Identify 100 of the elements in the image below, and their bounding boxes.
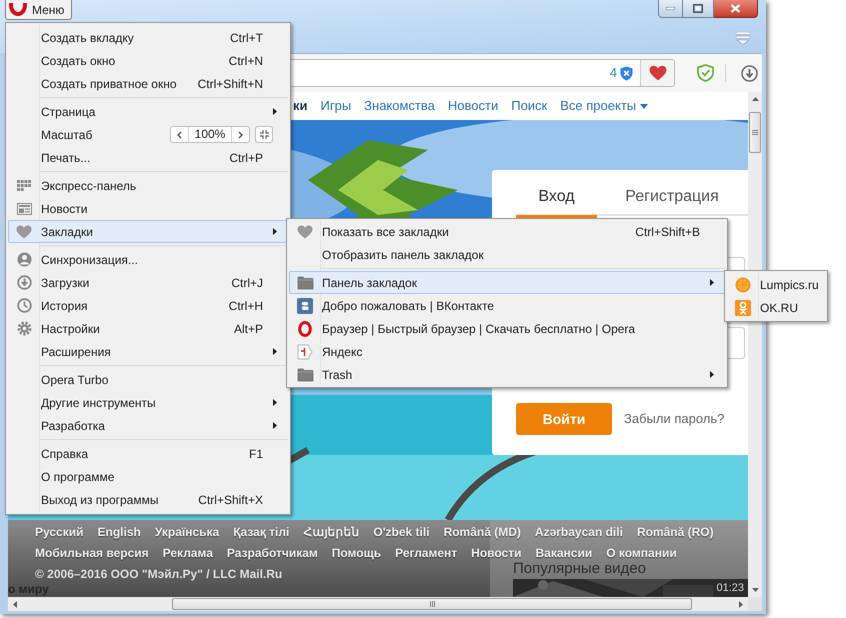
- square-icon: [297, 298, 313, 314]
- bookmark-button[interactable]: [640, 60, 674, 86]
- menu-item[interactable]: Яндекс: [289, 340, 725, 363]
- arrow-down-icon: [752, 588, 758, 592]
- fullscreen-button[interactable]: [255, 126, 273, 143]
- menu-item[interactable]: Расширения: [8, 340, 288, 363]
- folder-icon: [296, 368, 314, 382]
- nav-link[interactable]: Все проекты: [560, 96, 648, 116]
- menu-item[interactable]: Выход из программы Ctrl+Shift+X: [8, 488, 288, 511]
- menu-item[interactable]: Справка F1: [8, 442, 288, 465]
- arrow-left-icon: [13, 600, 17, 608]
- menu-item[interactable]: Показать все закладки Ctrl+Shift+B: [289, 220, 725, 243]
- menu-button[interactable]: Меню: [5, 0, 72, 20]
- menu-item[interactable]: О программе: [8, 465, 288, 488]
- menu-item[interactable]: OK.RU: [727, 296, 825, 319]
- menu-item[interactable]: Создать вкладку Ctrl+T: [8, 26, 288, 49]
- figure-icon: [735, 300, 751, 316]
- menu-item[interactable]: Закладки: [8, 220, 288, 243]
- menu-item[interactable]: Экспресс-панель: [8, 174, 288, 197]
- blocked-count: 4: [610, 64, 617, 82]
- fruit-slice-icon: [735, 276, 751, 292]
- zoom-value: 100%: [194, 127, 226, 142]
- menu-item[interactable]: Opera Turbo: [8, 368, 288, 391]
- shield-icon: [697, 64, 714, 82]
- minimize-icon: [666, 7, 675, 10]
- nav-link[interactable]: Новости: [448, 96, 498, 116]
- menu-item[interactable]: История Ctrl+H: [8, 294, 288, 317]
- zoom-control[interactable]: 100%: [170, 126, 250, 143]
- news-icon: [16, 202, 32, 214]
- scrollbar-thumb[interactable]: [749, 112, 761, 153]
- vertical-scrollbar[interactable]: [748, 92, 762, 597]
- grip-icon: [752, 130, 758, 135]
- shortcut-label: F1: [248, 446, 263, 462]
- duration-label: 01:23: [716, 582, 744, 595]
- nav-link[interactable]: Игры: [320, 96, 352, 116]
- menu-item[interactable]: Разработка: [8, 414, 288, 437]
- shortcut-label: Ctrl+Shift+X: [198, 492, 263, 508]
- folder-icon: [296, 276, 314, 290]
- tag-icon: [297, 344, 313, 360]
- forgot-password-link[interactable]: Забыли пароль?: [624, 409, 724, 429]
- copyright-text: © 2006–2016 ООО "Мэйл.Ру" / LLC Mail.Ru: [35, 566, 282, 582]
- stack-icon: [736, 32, 750, 45]
- menu-item[interactable]: Другие инструменты: [8, 391, 288, 414]
- close-icon: [730, 4, 741, 13]
- chevron-right-icon: [238, 130, 243, 138]
- footer-link[interactable]: Разработчикам: [226, 544, 318, 562]
- menu-item[interactable]: Печать... Ctrl+P: [8, 146, 288, 169]
- grid-icon: [17, 180, 31, 191]
- fullscreen-icon: [260, 130, 268, 139]
- shield-icon: [620, 66, 633, 80]
- shortcut-label: Ctrl+Shift+B: [635, 224, 700, 240]
- scrollbar-corner: [748, 597, 762, 611]
- menu-item[interactable]: Trash: [289, 363, 725, 386]
- nav-link[interactable]: ки: [293, 96, 308, 116]
- footer-link[interactable]: Помощь: [332, 544, 382, 562]
- nav-link[interactable]: Поиск: [511, 96, 548, 116]
- download-icon: [16, 275, 32, 290]
- nav-link[interactable]: Знакомства: [364, 96, 435, 116]
- gear-icon: [16, 321, 32, 336]
- shortcut-label: Ctrl+H: [228, 298, 263, 314]
- heart-icon: [297, 224, 313, 238]
- footer-link[interactable]: Регламент: [395, 544, 458, 562]
- login-tab[interactable]: Регистрация: [597, 170, 747, 218]
- download-icon: [741, 64, 758, 82]
- heart-icon: [648, 65, 666, 81]
- shortcut-label: Ctrl+T: [230, 30, 263, 46]
- minimize-button[interactable]: [658, 0, 683, 18]
- menu-item[interactable]: Lumpics.ru: [727, 273, 825, 296]
- menu-item[interactable]: Отобразить панель закладок: [289, 243, 725, 266]
- logo-icon: [9, 3, 27, 16]
- footer-link[interactable]: Реклама: [162, 544, 213, 562]
- shortcut-label: Ctrl+J: [231, 274, 263, 292]
- menu-item[interactable]: Новости: [8, 197, 288, 220]
- video-thumbnail[interactable]: 01:23: [513, 579, 748, 597]
- horizontal-scrollbar[interactable]: [8, 597, 748, 611]
- clock-icon: [16, 298, 32, 313]
- menu-item[interactable]: Синхронизация...: [8, 248, 288, 271]
- ring-icon: [298, 320, 312, 336]
- footer-link[interactable]: Мобильная версия: [35, 544, 149, 562]
- menu-item[interactable]: Страница: [8, 100, 288, 123]
- menu-item[interactable]: Панель закладок: [289, 271, 725, 294]
- person-icon: [16, 252, 32, 267]
- maximize-button[interactable]: [683, 0, 714, 18]
- caret-icon: [640, 104, 648, 108]
- arrow-up-icon: [752, 97, 758, 101]
- section-title: Популярные видео: [513, 560, 646, 577]
- chevron-left-icon: [177, 130, 182, 138]
- menu-item[interactable]: Настройки Alt+P: [8, 317, 288, 340]
- menu-item[interactable]: Добро пожаловать | ВКонтакте: [289, 294, 725, 317]
- arrow-right-icon: [739, 600, 743, 608]
- maximize-icon: [693, 4, 703, 13]
- close-button[interactable]: [714, 0, 758, 18]
- grip-icon: [430, 601, 434, 607]
- heart-icon: [16, 224, 32, 238]
- menu-item[interactable]: Браузер | Быстрый браузер | Скачать бесплатно | Opera: [289, 317, 725, 340]
- scrollbar-thumb[interactable]: [172, 598, 692, 610]
- shortcut-label: Ctrl+P: [229, 150, 263, 166]
- shortcut-label: Alt+P: [234, 320, 263, 338]
- menu-item[interactable]: Загрузки Ctrl+J: [8, 271, 288, 294]
- menu-item: Масштаб 100%: [8, 123, 288, 146]
